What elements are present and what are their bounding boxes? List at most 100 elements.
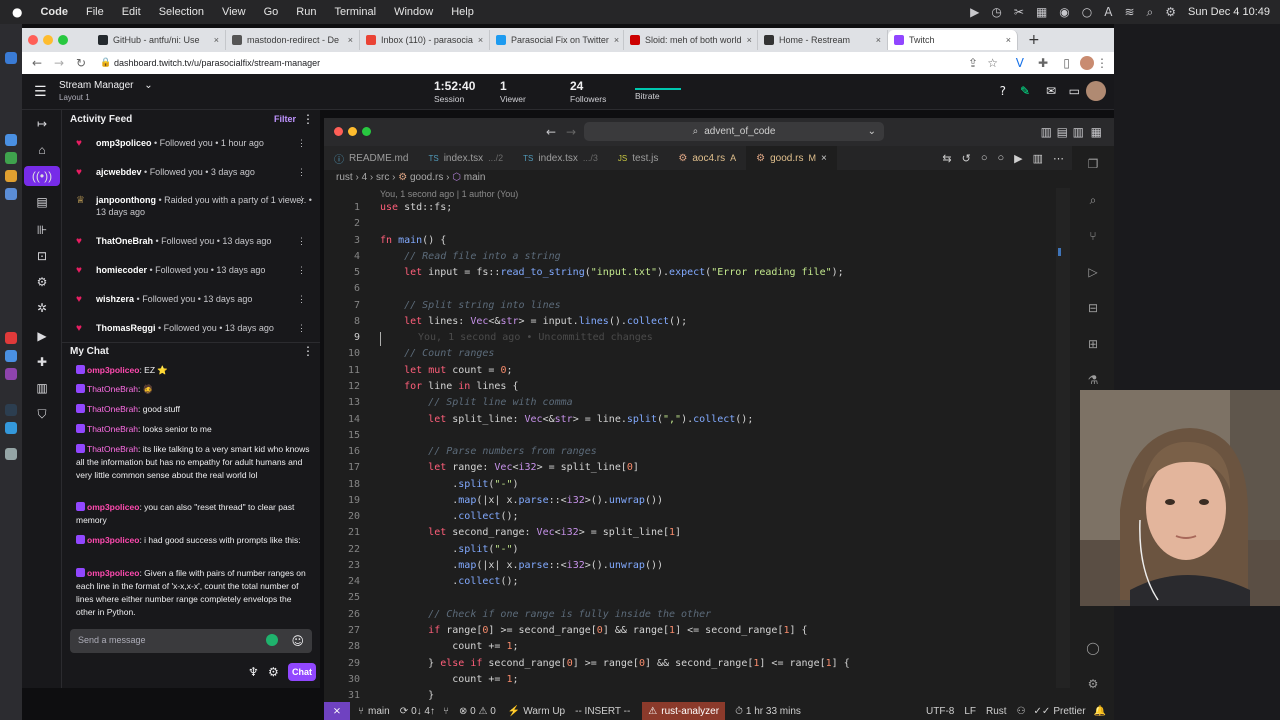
item-menu-icon[interactable]: ⋮ — [297, 235, 306, 247]
community-icon[interactable]: ⚙ — [32, 272, 52, 292]
chat-username[interactable]: ThatOneBrah — [87, 424, 138, 434]
menu-go[interactable]: Go — [264, 6, 279, 18]
git-branch[interactable]: main — [368, 706, 390, 717]
line-number[interactable]: 20 — [324, 511, 360, 522]
menu-run[interactable]: Run — [296, 6, 316, 18]
menu-dots-icon[interactable]: ⋮ — [1096, 56, 1108, 70]
source-control-icon[interactable]: ⑂ — [1083, 226, 1103, 246]
git-sync-status[interactable]: 0↓ 4↑ — [411, 706, 435, 717]
close-tab-icon[interactable]: × — [747, 35, 752, 45]
next-change-icon[interactable]: ○ — [997, 152, 1004, 164]
revert-icon[interactable]: ↺ — [962, 152, 971, 165]
breadcrumb-item[interactable]: 4 — [362, 172, 368, 183]
code-line[interactable]: // Parse numbers from ranges — [380, 446, 597, 457]
activity-item[interactable]: ♥ ThomasReggi • Followed you • 13 days ag… — [76, 322, 314, 334]
back-icon[interactable]: ← — [546, 125, 556, 139]
app-icon[interactable] — [5, 368, 17, 380]
settings-icon[interactable]: ✲ — [32, 298, 52, 318]
line-number[interactable]: 1 — [324, 202, 360, 213]
back-icon[interactable]: ← — [32, 56, 42, 70]
code-line[interactable]: let split_line: Vec<&str> = line.split("… — [380, 414, 753, 425]
code-line[interactable]: let range: Vec<i32> = split_line[0] — [380, 462, 639, 473]
stream-manager-title[interactable]: Stream Manager ⌄ Layout 1 — [59, 80, 153, 104]
extensions-puzzle-icon[interactable]: ✚ — [1038, 56, 1048, 70]
browser-tab[interactable]: Inbox (110) - parasocia × — [360, 30, 490, 50]
line-number[interactable]: 28 — [324, 641, 360, 652]
editor-tab-active[interactable]: ⚙ good.rs M × — [746, 146, 837, 170]
chat-username[interactable]: omp3policeo — [87, 502, 139, 512]
chat-send-button[interactable]: Chat — [288, 663, 316, 681]
code-line[interactable]: } — [380, 690, 434, 701]
code-line[interactable]: let input = fs::read_to_string("input.tx… — [380, 267, 844, 278]
item-menu-icon[interactable]: ⋮ — [297, 194, 306, 206]
code-line[interactable]: // Count ranges — [380, 348, 494, 359]
line-number[interactable]: 9 — [324, 332, 360, 343]
editor-tab[interactable]: TS index.tsx .../3 — [513, 146, 608, 170]
problems-count[interactable]: ⊗ 0 ⚠ 0 — [459, 706, 496, 717]
chat-username[interactable]: omp3policeo — [87, 568, 139, 578]
video-icon[interactable]: ▶ — [32, 326, 52, 346]
code-line[interactable]: let second_range: Vec<i32> = split_line[… — [380, 527, 681, 538]
line-number[interactable]: 16 — [324, 446, 360, 457]
help-icon[interactable]: ? — [1000, 84, 1006, 98]
zoom-window-icon[interactable] — [362, 127, 371, 136]
font-icon[interactable]: A — [1104, 5, 1112, 19]
close-window-icon[interactable] — [334, 127, 343, 136]
bits-icon[interactable]: ♆ — [248, 665, 259, 679]
line-number[interactable]: 25 — [324, 592, 360, 603]
inbox-icon[interactable]: ✉ — [1046, 84, 1056, 98]
line-number[interactable]: 12 — [324, 381, 360, 392]
language-mode[interactable]: Rust — [986, 706, 1007, 717]
line-number[interactable]: 2 — [324, 218, 360, 229]
line-number[interactable]: 15 — [324, 430, 360, 441]
profile-avatar[interactable] — [1080, 56, 1094, 70]
editor-tab[interactable]: TS index.tsx .../2 — [418, 146, 513, 170]
line-number[interactable]: 26 — [324, 609, 360, 620]
menu-help[interactable]: Help — [451, 6, 474, 18]
line-number[interactable]: 22 — [324, 544, 360, 555]
line-number[interactable]: 10 — [324, 348, 360, 359]
line-number[interactable]: 6 — [324, 283, 360, 294]
open-changes-icon[interactable]: ⇆ — [942, 152, 951, 165]
code-line[interactable]: .collect(); — [380, 576, 518, 587]
stream-manager-icon[interactable]: ((•)) — [24, 166, 60, 186]
toggle-secondary-sidebar-icon[interactable]: ▥ — [1073, 125, 1084, 139]
item-menu-icon[interactable]: ⋮ — [297, 264, 306, 276]
menubar-datetime[interactable]: Sun Dec 4 10:49 — [1188, 6, 1270, 18]
activity-item[interactable]: ♕ janpoonthong • Raided you with a party … — [76, 194, 314, 218]
circle-icon[interactable]: ○ — [1082, 5, 1092, 19]
app-icon[interactable] — [5, 134, 17, 146]
search-icon[interactable]: ⌕ — [1083, 190, 1103, 210]
activity-item[interactable]: ♥ ThatOneBrah • Followed you • 13 days ag… — [76, 235, 314, 247]
code-line[interactable]: .collect(); — [380, 511, 518, 522]
prettier-status[interactable]: Prettier — [1053, 706, 1085, 717]
menu-file[interactable]: File — [86, 6, 104, 18]
share-icon[interactable]: ⇪ — [968, 56, 978, 70]
item-menu-icon[interactable]: ⋮ — [297, 293, 306, 305]
close-tab-icon[interactable]: × — [876, 35, 881, 45]
chat-settings-icon[interactable]: ⚙ — [268, 665, 279, 679]
breadcrumb-item[interactable]: rust — [336, 172, 353, 183]
code-line[interactable]: .map(|x| x.parse::<i32>().unwrap()) — [380, 495, 663, 506]
hamburger-menu-icon[interactable]: ☰ — [34, 84, 47, 100]
finder-icon[interactable] — [5, 52, 17, 64]
close-tab-icon[interactable]: × — [614, 35, 619, 45]
customize-layout-icon[interactable]: ▦ — [1091, 125, 1102, 139]
line-number[interactable]: 23 — [324, 560, 360, 571]
reload-icon[interactable]: ↻ — [76, 56, 86, 70]
minimize-window-icon[interactable] — [43, 35, 53, 45]
minimize-window-icon[interactable] — [348, 127, 357, 136]
menu-edit[interactable]: Edit — [122, 6, 141, 18]
branch-compare-icon[interactable]: ⑂ — [443, 706, 449, 717]
code-line[interactable]: count += 1; — [380, 674, 518, 685]
line-number[interactable]: 17 — [324, 462, 360, 473]
sidebar-icon[interactable]: ▯ — [1063, 56, 1070, 70]
chevron-down-icon[interactable]: ⌄ — [868, 126, 876, 137]
browser-tab[interactable]: Parasocial Fix on Twitter × — [490, 30, 624, 50]
line-number[interactable]: 5 — [324, 267, 360, 278]
url-text[interactable]: dashboard.twitch.tv/u/parasocialfix/stre… — [114, 58, 320, 68]
content-icon[interactable]: ▤ — [32, 192, 52, 212]
line-number[interactable]: 18 — [324, 479, 360, 490]
code-line[interactable]: .split("-") — [380, 479, 518, 490]
pin-icon[interactable]: ✎ — [1020, 84, 1030, 98]
